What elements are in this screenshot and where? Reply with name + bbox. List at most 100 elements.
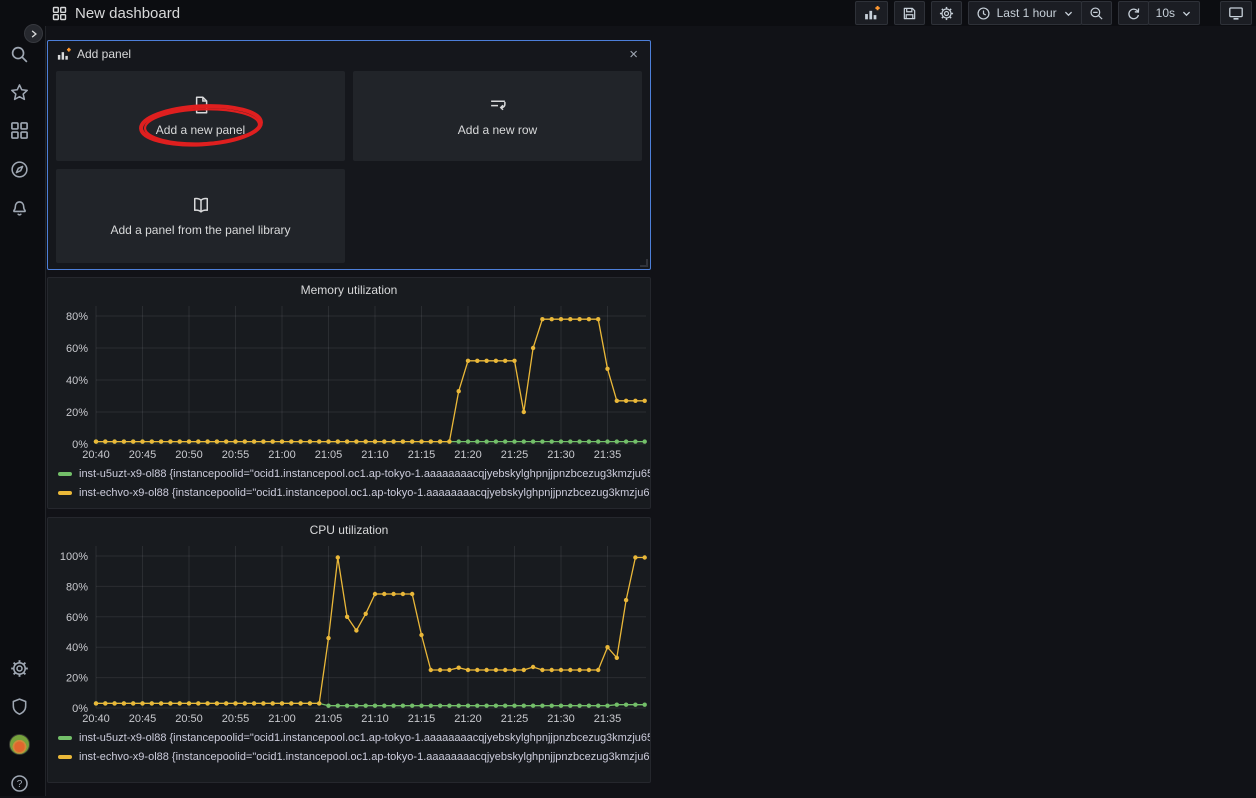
add-panel-icon — [56, 47, 71, 62]
svg-text:100%: 100% — [60, 551, 88, 563]
add-panel-from-library-button[interactable]: Add a panel from the panel library — [56, 169, 345, 263]
legend-item[interactable]: inst-echvo-x9-ol88 {instancepoolid="ocid… — [58, 483, 650, 502]
svg-text:21:00: 21:00 — [268, 449, 296, 461]
add-panel-options: Add a new panel Add a new row Add a pane… — [56, 71, 642, 263]
svg-text:21:25: 21:25 — [501, 713, 529, 725]
legend: inst-u5uzt-x9-ol88 {instancepoolid="ocid… — [48, 464, 650, 502]
time-range-label: Last 1 hour — [997, 6, 1057, 20]
svg-text:40%: 40% — [66, 375, 88, 387]
panel-cpu-utilization: CPU utilization 0%20%40%60%80%100%20:402… — [47, 517, 651, 783]
resize-handle[interactable] — [640, 259, 648, 267]
gear-icon — [939, 6, 954, 21]
clock-icon — [976, 6, 991, 21]
tv-monitor-icon — [1228, 5, 1244, 21]
svg-text:21:30: 21:30 — [547, 449, 575, 461]
add-panel-button[interactable] — [855, 1, 888, 25]
svg-text:21:15: 21:15 — [408, 713, 436, 725]
panel-memory-utilization: Memory utilization 0%20%40%60%80%20:4020… — [47, 277, 651, 509]
sidebar-item-help[interactable]: ? — [4, 768, 34, 798]
add-new-panel-button[interactable]: Add a new panel — [56, 71, 345, 161]
sidebar-item-profile[interactable] — [4, 729, 34, 759]
top-navbar: New dashboard — [0, 0, 1256, 26]
gear-icon — [10, 659, 29, 678]
svg-text:60%: 60% — [66, 612, 88, 624]
add-panel-widget-header[interactable]: Add panel × — [48, 41, 650, 67]
time-range-picker[interactable]: Last 1 hour — [968, 1, 1082, 25]
refresh-icon — [1126, 6, 1141, 21]
dashboard-grid-icon — [52, 6, 67, 21]
legend-item[interactable]: inst-echvo-x9-ol88 {instancepoolid="ocid… — [58, 747, 650, 766]
svg-text:21:10: 21:10 — [361, 713, 389, 725]
add-panel-from-library-label: Add a panel from the panel library — [110, 223, 290, 237]
series-label: inst-u5uzt-x9-ol88 {instancepoolid="ocid… — [79, 732, 650, 744]
svg-text:21:15: 21:15 — [408, 449, 436, 461]
chevron-right-icon — [29, 29, 39, 39]
dashboard-title-button[interactable]: New dashboard — [52, 5, 180, 22]
avatar — [9, 734, 30, 755]
refresh-button[interactable] — [1118, 1, 1149, 25]
series-label: inst-u5uzt-x9-ol88 {instancepoolid="ocid… — [79, 468, 650, 480]
bell-icon — [10, 198, 29, 217]
sidebar-item-search[interactable] — [4, 39, 34, 69]
sidebar-item-explore[interactable] — [4, 154, 34, 184]
svg-text:?: ? — [16, 779, 22, 790]
sidebar-item-configuration[interactable] — [4, 653, 34, 683]
close-icon[interactable]: × — [625, 45, 642, 64]
svg-text:21:05: 21:05 — [315, 449, 343, 461]
dashboards-grid-icon — [10, 121, 29, 140]
svg-text:80%: 80% — [66, 581, 88, 593]
zoom-out-icon — [1089, 6, 1104, 21]
sidebar: ? — [0, 0, 46, 796]
series-color-swatch — [58, 755, 72, 759]
help-icon: ? — [10, 774, 29, 793]
legend-item[interactable]: inst-u5uzt-x9-ol88 {instancepoolid="ocid… — [58, 728, 650, 747]
memory-utilization-chart[interactable]: 0%20%40%60%80%20:4020:4520:5020:5521:002… — [50, 302, 650, 464]
legend-item[interactable]: inst-u5uzt-x9-ol88 {instancepoolid="ocid… — [58, 464, 650, 483]
svg-text:21:35: 21:35 — [594, 449, 622, 461]
sidebar-item-starred[interactable] — [4, 77, 34, 107]
svg-text:21:35: 21:35 — [594, 713, 622, 725]
dashboard-settings-button[interactable] — [931, 1, 962, 25]
logo-spacer — [0, 0, 46, 26]
series-label: inst-echvo-x9-ol88 {instancepoolid="ocid… — [79, 751, 650, 763]
save-dashboard-button[interactable] — [894, 1, 925, 25]
panel-title[interactable]: Memory utilization — [48, 278, 650, 302]
svg-text:21:10: 21:10 — [361, 449, 389, 461]
chevron-down-icon — [1181, 8, 1192, 19]
toolbar: Last 1 hour 10s — [855, 1, 1256, 25]
add-panel-icon — [863, 5, 880, 22]
add-new-row-label: Add a new row — [458, 123, 537, 137]
add-new-panel-label: Add a new panel — [156, 123, 245, 137]
sidebar-item-server-admin[interactable] — [4, 691, 34, 721]
compass-icon — [10, 160, 29, 179]
svg-text:20%: 20% — [66, 407, 88, 419]
svg-text:60%: 60% — [66, 343, 88, 355]
save-icon — [902, 6, 917, 21]
panel-title[interactable]: CPU utilization — [48, 518, 650, 542]
sidebar-item-alerting[interactable] — [4, 192, 34, 222]
refresh-interval-picker[interactable]: 10s — [1148, 1, 1200, 25]
cpu-utilization-chart[interactable]: 0%20%40%60%80%100%20:4020:4520:5020:5521… — [50, 542, 650, 728]
svg-text:20:40: 20:40 — [82, 713, 110, 725]
shield-icon — [10, 697, 29, 716]
svg-text:20:55: 20:55 — [222, 449, 250, 461]
series-color-swatch — [58, 736, 72, 740]
sidebar-item-dashboards[interactable] — [4, 115, 34, 145]
zoom-out-time-button[interactable] — [1081, 1, 1112, 25]
sidebar-expand-button[interactable] — [24, 24, 43, 43]
search-icon — [10, 45, 29, 64]
chevron-down-icon — [1063, 8, 1074, 19]
row-return-icon — [488, 95, 508, 115]
cycle-view-mode-button[interactable] — [1220, 1, 1252, 25]
series-color-swatch — [58, 472, 72, 476]
series-label: inst-echvo-x9-ol88 {instancepoolid="ocid… — [79, 487, 650, 499]
svg-text:20:45: 20:45 — [129, 713, 157, 725]
svg-text:21:05: 21:05 — [315, 713, 343, 725]
add-new-row-button[interactable]: Add a new row — [353, 71, 642, 161]
file-icon — [191, 95, 211, 115]
svg-text:21:30: 21:30 — [547, 713, 575, 725]
add-panel-widget-title: Add panel — [77, 47, 131, 61]
svg-text:21:25: 21:25 — [501, 449, 529, 461]
svg-text:20:50: 20:50 — [175, 713, 203, 725]
star-icon — [10, 83, 29, 102]
